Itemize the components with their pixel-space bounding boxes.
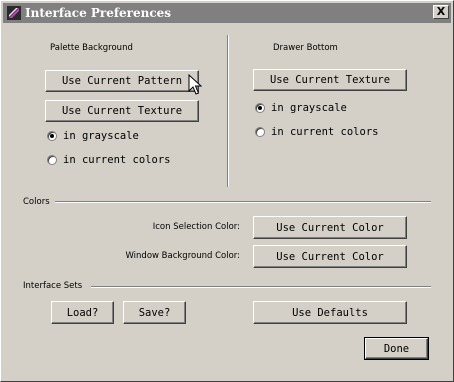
- colors-divider: [55, 201, 431, 203]
- app-icon: [7, 6, 21, 20]
- close-button[interactable]: X: [433, 5, 449, 19]
- save-button[interactable]: Save?: [123, 301, 186, 324]
- palette-background-heading: Palette Background: [50, 43, 133, 53]
- drawer-radio-current-colors[interactable]: in current colors: [255, 126, 378, 138]
- interface-sets-divider: [91, 286, 431, 288]
- colors-section-label: Colors: [23, 197, 50, 207]
- interface-sets-section-label: Interface Sets: [23, 281, 83, 291]
- radio-icon: [47, 155, 57, 165]
- radio-icon: [47, 131, 57, 141]
- icon-selection-color-button[interactable]: Use Current Color: [253, 216, 407, 239]
- radio-icon: [255, 127, 265, 137]
- palette-use-current-texture-button[interactable]: Use Current Texture: [45, 100, 199, 122]
- done-button[interactable]: Done: [364, 337, 429, 360]
- close-icon: X: [436, 5, 446, 18]
- window-title: Interface Preferences: [25, 6, 172, 20]
- use-current-pattern-button[interactable]: Use Current Pattern: [45, 70, 199, 92]
- radio-label: in current colors: [271, 126, 379, 138]
- radio-label: in grayscale: [63, 130, 139, 142]
- preferences-window: Interface Preferences X Palette Backgrou…: [0, 0, 454, 382]
- drawer-use-current-texture-button[interactable]: Use Current Texture: [253, 69, 407, 91]
- palette-radio-grayscale[interactable]: in grayscale: [47, 130, 139, 142]
- drawer-bottom-heading: Drawer Bottom: [273, 43, 338, 53]
- window-background-color-label: Window Background Color:: [125, 251, 240, 261]
- window-background-color-button[interactable]: Use Current Color: [253, 245, 407, 268]
- palette-radio-current-colors[interactable]: in current colors: [47, 154, 170, 166]
- title-bar[interactable]: Interface Preferences X: [3, 3, 451, 23]
- load-button[interactable]: Load?: [51, 301, 114, 324]
- radio-label: in grayscale: [271, 102, 347, 114]
- drawer-radio-grayscale[interactable]: in grayscale: [255, 102, 347, 114]
- vertical-divider: [227, 35, 229, 187]
- use-defaults-button[interactable]: Use Defaults: [253, 301, 407, 324]
- radio-icon: [255, 103, 265, 113]
- mouse-pointer-icon: [188, 74, 203, 95]
- icon-selection-color-label: Icon Selection Color:: [152, 222, 240, 232]
- radio-label: in current colors: [63, 154, 171, 166]
